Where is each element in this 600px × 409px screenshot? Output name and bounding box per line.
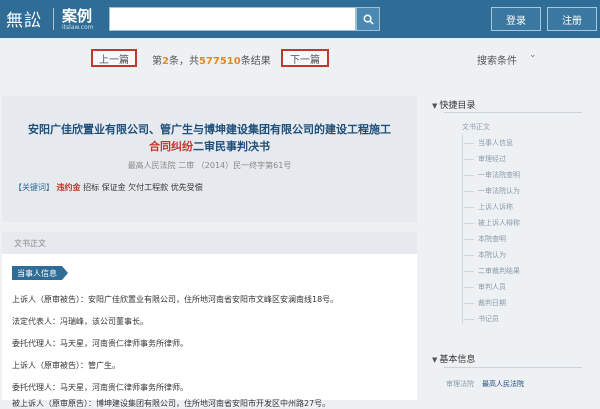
toc-tree-line (462, 134, 463, 324)
toc-title: 快捷目录 (439, 101, 476, 111)
document-body: 文书正文 当事人信息 上诉人（原审被告）：安阳广佳欣置业有限公司，住所地河南省安… (2, 232, 417, 408)
next-case-button[interactable]: 下一篇 (281, 49, 329, 67)
current-index: 2 (162, 56, 169, 67)
toc-header[interactable]: ▼ 快捷目录 (432, 98, 475, 111)
case-title-rest: 二审民事判决书 (193, 140, 270, 153)
info-key: 审理法院 (446, 380, 474, 388)
search-button[interactable] (356, 7, 380, 31)
right-sidebar: ▼ 快捷目录 文书正文 当事人信息 审理经过 一审法院查明 一审法院认为 上诉人诉… (432, 90, 600, 400)
toc-item[interactable]: 一审法院查明 (464, 170, 520, 180)
document-line: 上诉人（原审被告）：管广生。 (12, 361, 120, 370)
chevron-down-icon[interactable]: ⌄ (529, 50, 537, 60)
case-header-card: 安阳广佳欣置业有限公司、管广生与博坤建设集团有限公司的建设工程施工 合同纠纷二审… (2, 96, 417, 222)
toc-item[interactable]: 裁判日期 (464, 298, 506, 308)
document-line: 委托代理人：马天星，河南贵仁律师事务所律师。 (12, 383, 188, 392)
result-mid: 条，共 (168, 56, 199, 67)
toc-item[interactable]: 上诉人诉称 (464, 202, 513, 212)
result-pager: 上一篇 第2条，共577510条结果 下一篇 搜索条件 ⌄ (0, 38, 600, 78)
site-logo[interactable]: 無訟 (6, 6, 42, 31)
toc-item[interactable]: 本院查明 (464, 234, 506, 244)
keyword-highlight[interactable]: 违约金 (57, 183, 81, 192)
search-icon (363, 14, 374, 25)
keywords-list[interactable]: 招标 保证金 欠付工程款 优先受偿 (83, 183, 203, 192)
logo-divider (53, 8, 54, 30)
toc-item[interactable]: 被上诉人辩称 (464, 218, 520, 228)
document-line: 上诉人（原审被告）：安阳广佳欣置业有限公司，住所地河南省安阳市文峰区安澜南线18… (12, 295, 339, 304)
toc-root-item[interactable]: 文书正文 (462, 122, 490, 132)
toc-divider (444, 112, 582, 113)
result-prefix: 第 (152, 56, 162, 67)
case-title-line1: 安阳广佳欣置业有限公司、管广生与博坤建设集团有限公司的建设工程施工 (28, 123, 391, 136)
party-info-badge: 当事人信息 (12, 266, 68, 280)
document-section-header: 文书正文 (2, 232, 417, 254)
total-count: 577510 (198, 56, 241, 67)
info-title: 基本信息 (439, 355, 476, 365)
info-value[interactable]: 最高人民法院 (482, 380, 524, 388)
toc-item[interactable]: 二审裁判结果 (464, 266, 520, 276)
logo-section-name[interactable]: 案例 (62, 5, 92, 26)
keywords-row: 【关键词】 违约金 招标 保证金 欠付工程款 优先受偿 (14, 182, 203, 193)
prev-case-button[interactable]: 上一篇 (91, 49, 137, 67)
register-button[interactable]: 注册 (547, 7, 597, 31)
search-input[interactable] (109, 7, 356, 31)
info-divider (444, 367, 582, 368)
search-conditions-toggle[interactable]: 搜索条件 (477, 52, 517, 67)
document-section-title: 文书正文 (14, 239, 46, 248)
info-court-row: 审理法院 最高人民法院 (446, 379, 524, 389)
result-suffix: 条结果 (240, 56, 271, 67)
case-title-line2: 合同纠纷二审民事判决书 (2, 138, 417, 154)
toc-item[interactable]: 审理经过 (464, 154, 506, 164)
document-line: 法定代表人：冯瑞峰，该公司董事长。 (12, 317, 148, 326)
info-header[interactable]: ▼ 基本信息 (432, 352, 475, 365)
keywords-label: 【关键词】 (14, 183, 54, 192)
case-meta: 最高人民法院 二审 （2014）民一终字第61号 (127, 161, 292, 170)
toc-item[interactable]: 书记员 (464, 314, 499, 324)
logo-url: itslaw.com (62, 24, 94, 31)
result-count: 第2条，共577510条结果 (152, 52, 271, 67)
toc-item[interactable]: 审判人员 (464, 282, 506, 292)
toc-item[interactable]: 本院认为 (464, 250, 506, 260)
triangle-down-icon: ▼ (432, 356, 438, 364)
login-button[interactable]: 登录 (491, 7, 541, 31)
case-type-highlight: 合同纠纷 (149, 140, 193, 153)
toc-item[interactable]: 一审法院认为 (464, 186, 520, 196)
document-line: 委托代理人：马天星，河南贵仁律师事务所律师。 (12, 339, 188, 348)
top-header: 無訟 案例 itslaw.com 登录 注册 (0, 0, 600, 38)
triangle-down-icon: ▼ (432, 102, 438, 110)
toc-item[interactable]: 当事人信息 (464, 138, 513, 148)
